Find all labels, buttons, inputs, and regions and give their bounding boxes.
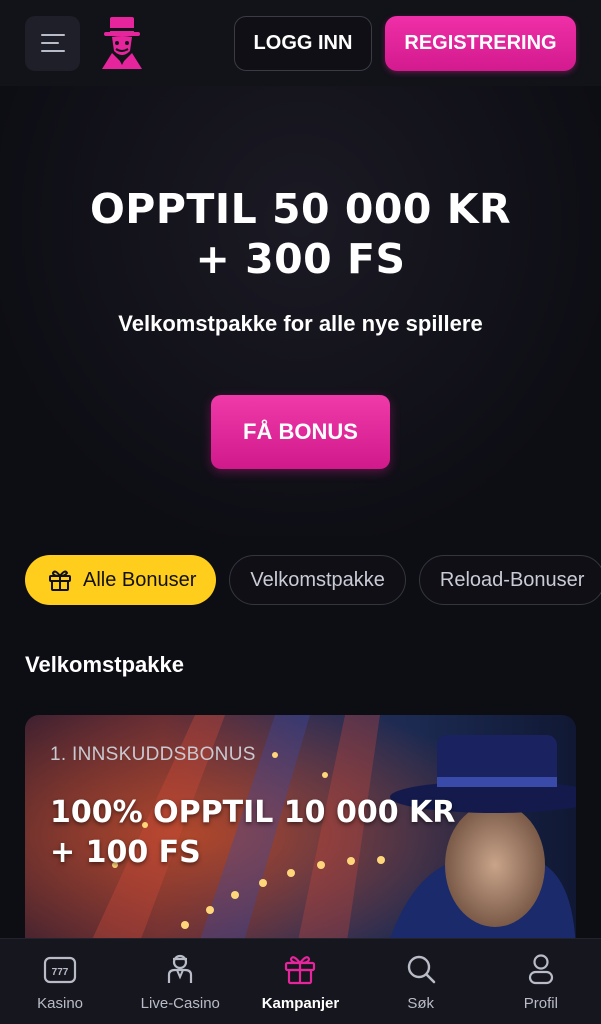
nav-item-sok[interactable]: Søk: [361, 951, 481, 1012]
filter-chip-welcome-package[interactable]: Velkomstpakke: [229, 555, 406, 605]
user-icon: [528, 954, 553, 985]
bonus-filter-chips: Alle Bonuser Velkomstpakke Reload-Bonuse…: [25, 555, 601, 605]
filter-chip-label: Velkomstpakke: [250, 568, 385, 591]
dealer-icon: [168, 954, 193, 983]
magician-logo-icon[interactable]: [92, 13, 152, 73]
menu-icon-line: [40, 42, 59, 44]
hero-subtitle: Velkomstpakke for alle nye spillere: [118, 311, 483, 336]
gift-icon: [49, 570, 71, 591]
get-bonus-button[interactable]: FÅ BONUS: [211, 395, 390, 469]
nav-item-live-casino[interactable]: Live-Casino: [120, 951, 240, 1012]
gift-icon: [285, 956, 316, 985]
nav-label: Søk: [407, 995, 434, 1012]
hero-title: OPPTIL 50 000 KR + 300 FS: [0, 184, 601, 284]
nav-item-kasino[interactable]: 777 Kasino: [0, 951, 120, 1012]
slot-machine-icon: 777: [43, 956, 77, 984]
top-header: LOGG INN REGISTRERING: [0, 0, 601, 86]
filter-chip-label: Alle Bonuser: [83, 568, 197, 591]
search-icon: [407, 955, 435, 984]
filter-chip-reload-bonuses[interactable]: Reload-Bonuser: [418, 555, 601, 605]
hero-title-line1: OPPTIL 50 000 KR: [89, 185, 512, 233]
hero-title-line2: + 300 FS: [195, 235, 406, 283]
promo-card-title-line1: 100% OPPTIL 10 000 KR: [50, 795, 456, 830]
login-button[interactable]: LOGG INN: [234, 15, 372, 71]
promo-card-title: 100% OPPTIL 10 000 KR + 100 FS: [50, 793, 490, 873]
promo-card-label: 1. INNSKUDDSBONUS: [50, 744, 256, 765]
filter-chip-label: Reload-Bonuser: [439, 568, 585, 591]
menu-button[interactable]: [25, 15, 80, 71]
nav-label: Kampanjer: [261, 995, 340, 1012]
filter-chip-all-bonuses[interactable]: Alle Bonuser: [25, 555, 217, 605]
hero-banner: OPPTIL 50 000 KR + 300 FS Velkomstpakke …: [0, 86, 601, 536]
menu-icon-line: [40, 34, 65, 36]
promo-card-title-line2: + 100 FS: [50, 835, 201, 870]
nav-label: Profil: [523, 995, 558, 1012]
nav-item-kampanjer[interactable]: Kampanjer: [240, 951, 360, 1012]
svg-text:777: 777: [52, 967, 69, 978]
section-title: Velkomstpakke: [25, 652, 184, 677]
nav-item-profil[interactable]: Profil: [481, 951, 601, 1012]
promo-card[interactable]: 1. INNSKUDDSBONUS 100% OPPTIL 10 000 KR …: [25, 715, 576, 955]
nav-label: Live-Casino: [140, 995, 220, 1012]
bottom-navigation: 777 Kasino Live-Casino Kampanjer Søk Pro…: [0, 938, 601, 1024]
menu-icon-line: [40, 50, 65, 52]
nav-label: Kasino: [37, 995, 84, 1012]
register-button[interactable]: REGISTRERING: [385, 15, 576, 71]
